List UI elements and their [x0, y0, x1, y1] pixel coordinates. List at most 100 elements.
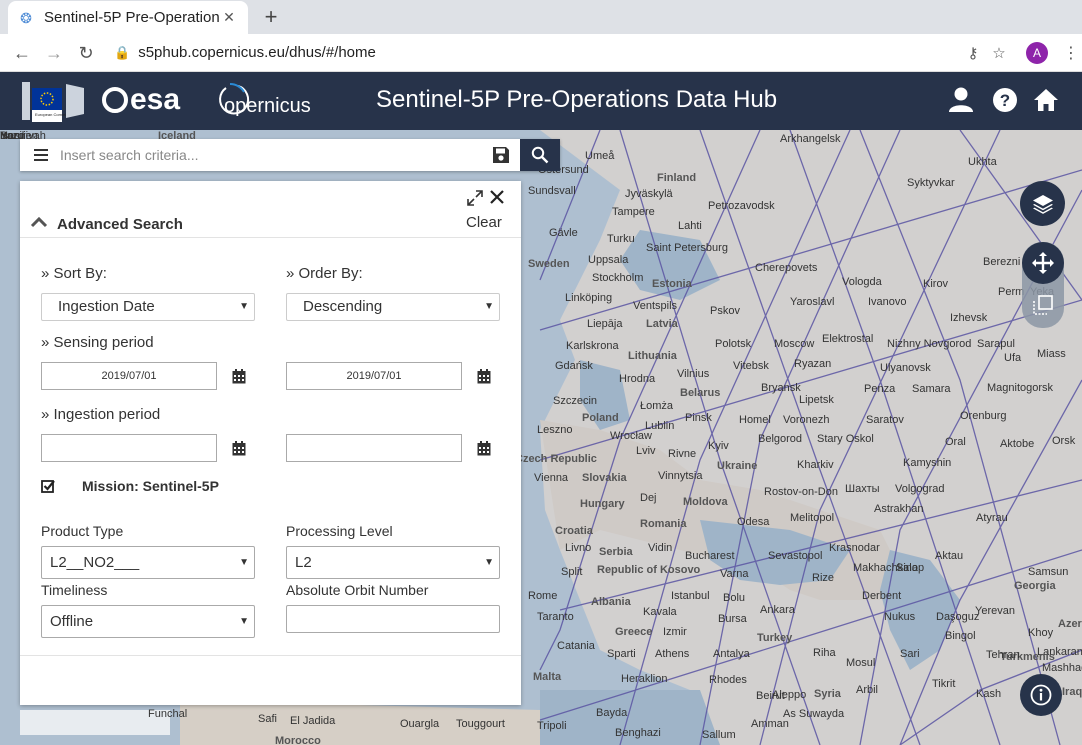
ingestion-end-input[interactable] — [286, 434, 462, 462]
map-label: Ouargla — [400, 718, 440, 730]
map-label: Arbil — [856, 684, 879, 696]
tab-close-icon[interactable]: ✕ — [220, 9, 238, 26]
browser-tab[interactable]: ❂ Sentinel-5P Pre-Operation ✕ — [8, 1, 248, 34]
map-label: Liepāja — [587, 318, 623, 330]
home-icon[interactable] — [1033, 86, 1059, 114]
map-label: Safi — [258, 713, 277, 725]
map-label: Her — [0, 130, 18, 142]
help-icon[interactable]: ? — [992, 86, 1018, 114]
orbit-number-input[interactable] — [286, 605, 500, 633]
calendar-icon[interactable] — [477, 441, 491, 456]
processing-level-value: L2 — [295, 554, 312, 571]
layers-button[interactable] — [1020, 181, 1065, 226]
map-label: Albania — [591, 596, 631, 608]
sensing-end-input[interactable] — [286, 362, 462, 390]
map-label: Malta — [533, 671, 562, 683]
map-label: Vinnytsia — [658, 470, 703, 482]
map-label: Kirov — [923, 278, 949, 290]
map-label: Rome — [528, 590, 558, 602]
map-label: Wrocław — [610, 430, 652, 442]
product-type-value: L2__NO2___ — [50, 554, 140, 571]
map-label: Umeå — [585, 150, 615, 162]
map-label: Taranto — [537, 611, 574, 623]
panel-divider — [20, 655, 521, 656]
map-label: Kash — [976, 688, 1002, 700]
map-label: Rostov-on-Don — [764, 486, 838, 498]
info-icon — [1030, 684, 1052, 706]
map-label: Livno — [565, 542, 592, 554]
map-label: Polotsk — [715, 338, 752, 350]
forward-arrow-icon[interactable]: → — [38, 37, 70, 69]
calendar-icon[interactable] — [477, 369, 491, 384]
profile-avatar[interactable]: A — [1026, 41, 1048, 64]
map-label: Miass — [1037, 348, 1066, 360]
key-icon[interactable]: ⚷ — [960, 44, 986, 62]
map-label: Yaroslavl — [790, 296, 835, 308]
lock-icon: 🔒 — [114, 44, 131, 60]
user-icon[interactable] — [948, 86, 974, 114]
map-label: Orenburg — [960, 410, 1007, 422]
map-label: Samsun — [1028, 566, 1069, 578]
map-label: Daşoguz — [936, 611, 980, 623]
ingestion-start-input[interactable] — [41, 434, 217, 462]
browser-menu-icon[interactable]: ⋮ — [1060, 43, 1082, 63]
map-label: Gdańsk — [555, 360, 593, 372]
map-label: Syktyvkar — [907, 177, 955, 189]
map-label: Tampere — [612, 206, 655, 218]
order-by-select[interactable]: Descending ▼ — [286, 293, 500, 321]
map-label: Split — [561, 566, 583, 578]
search-button[interactable] — [520, 139, 560, 171]
close-icon[interactable] — [489, 189, 505, 205]
expand-icon[interactable] — [467, 190, 483, 206]
clear-button[interactable]: Clear — [466, 214, 502, 231]
map-label: Romania — [640, 518, 687, 530]
map-label: Atyrau — [976, 512, 1008, 524]
map-label: Dej — [640, 492, 657, 504]
area-select-button[interactable] — [1030, 292, 1056, 318]
product-type-select[interactable]: L2__NO2___ ▼ — [41, 546, 255, 579]
sort-by-select[interactable]: Ingestion Date ▼ — [41, 293, 255, 321]
map-label: Melitopol — [790, 512, 835, 524]
bookmark-star-icon[interactable]: ☆ — [986, 44, 1012, 62]
map-label: Belarus — [680, 387, 721, 399]
back-arrow-icon[interactable]: ← — [6, 37, 38, 69]
map-label: Bayda — [596, 707, 628, 719]
map-label: Pinsk — [685, 412, 712, 424]
map-label: Voronezh — [783, 414, 830, 426]
save-search-button[interactable] — [482, 139, 520, 171]
map-label: Ulyanovsk — [880, 362, 931, 374]
map-label: Uppsala — [588, 254, 629, 266]
checkbox-checked-icon[interactable] — [41, 479, 55, 493]
map-label: Homel — [739, 414, 771, 426]
calendar-icon[interactable] — [232, 369, 246, 384]
map-label: Bryansk — [761, 382, 801, 394]
ingestion-period-label: » Ingestion period — [41, 406, 161, 423]
map-label: Czech Republic — [515, 453, 597, 465]
map-label: Lipetsk — [799, 394, 834, 406]
timeliness-select[interactable]: Offline ▼ — [41, 605, 255, 638]
sort-by-label: » Sort By: — [41, 265, 107, 282]
new-tab-icon[interactable]: + — [258, 4, 284, 30]
chevron-up-icon[interactable] — [30, 215, 48, 229]
map-label: Kavala — [643, 606, 677, 618]
info-button[interactable] — [1020, 674, 1062, 716]
map-label: Saratov — [866, 414, 904, 426]
reload-icon[interactable]: ↻ — [70, 37, 102, 69]
browser-toolbar: ← → ↻ 🔒 s5phub.copernicus.eu/dhus/#/home… — [0, 34, 1082, 72]
map-label: Łomża — [640, 400, 674, 412]
timeliness-label: Timeliness — [41, 582, 108, 598]
map-label: Izhevsk — [950, 312, 988, 324]
search-input[interactable] — [56, 140, 482, 170]
processing-level-select[interactable]: L2 ▼ — [286, 546, 500, 579]
map-label: Ukraine — [717, 460, 758, 472]
calendar-icon[interactable] — [232, 441, 246, 456]
map-label: Perm — [998, 286, 1025, 298]
map-label: Iraq — [1062, 686, 1082, 698]
map-label: Vilnius — [677, 368, 710, 380]
sensing-start-input[interactable] — [41, 362, 217, 390]
pan-button[interactable] — [1022, 242, 1064, 284]
hamburger-menu-icon[interactable] — [26, 148, 56, 162]
map-label: Karlskrona — [566, 340, 619, 352]
map-label: Rhodes — [709, 674, 747, 686]
address-bar[interactable]: 🔒 s5phub.copernicus.eu/dhus/#/home ⚷ ☆ — [112, 38, 1012, 68]
